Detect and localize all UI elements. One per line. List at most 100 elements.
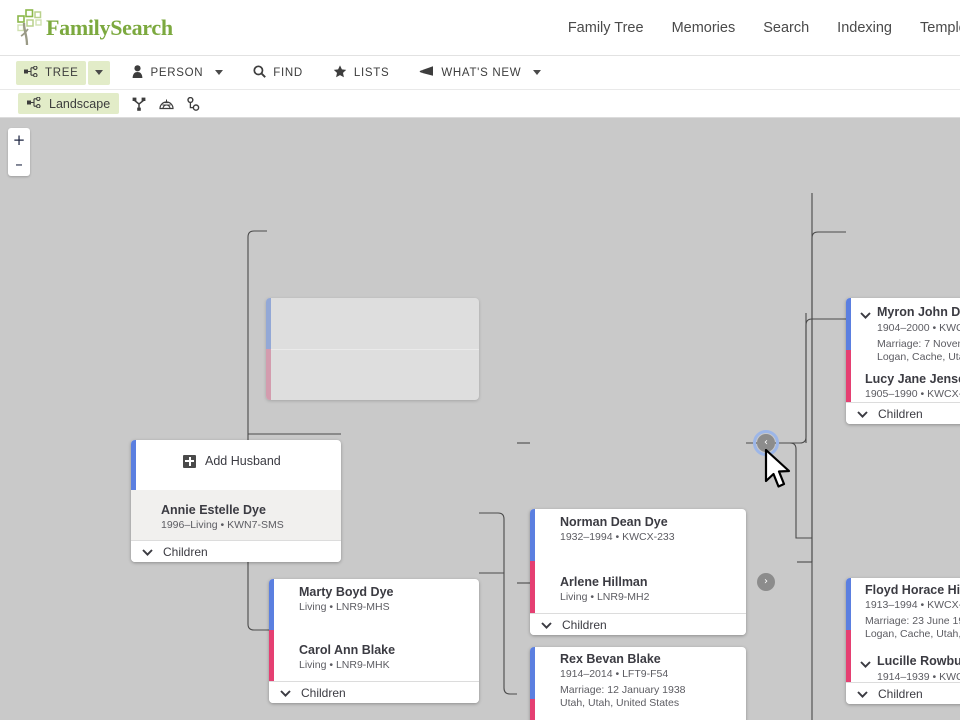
person-icon: [132, 64, 143, 81]
card-body: Add Husband Annie Estelle Dye 1996–Livin…: [131, 440, 341, 540]
person-slot-husband[interactable]: Norman Dean Dye 1932–1994 • KWCX-233: [530, 509, 746, 561]
person-name: Myron John Dye: [877, 305, 960, 319]
placeholder-couple-card[interactable]: [266, 298, 479, 400]
tree-label: TREE: [45, 66, 79, 79]
plus-icon: [183, 454, 196, 468]
chevron-down-icon[interactable]: [860, 306, 871, 324]
person-slot-husband[interactable]: Myron John Dye 1904–2000 • KWCX- Marriag…: [846, 298, 960, 363]
couple-card-annie-estelle-dye[interactable]: Add Husband Annie Estelle Dye 1996–Livin…: [131, 440, 341, 562]
person-label: PERSON: [150, 66, 204, 79]
person-slot-wife[interactable]: Carol Ann Blake Living • LNR9-MHK: [269, 630, 479, 681]
person-slot-wife[interactable]: Zella Harding 1914–1982 • KWC3-CP2: [530, 699, 746, 720]
couple-card-norman-dean-dye[interactable]: Norman Dean Dye 1932–1994 • KWCX-233 Arl…: [530, 509, 746, 635]
person-slot-wife[interactable]: Lucille Rowburn 1914–1939 • KWCX-: [846, 630, 960, 684]
card-divider: [271, 349, 479, 350]
person-name: Annie Estelle Dye: [161, 503, 266, 517]
person-text: Lucille Rowburn 1914–1939 • KWCX-: [875, 652, 960, 684]
megaphone-icon: [419, 65, 434, 80]
card-body: Floyd Horace Hillman 1913–1994 • KWCX- M…: [846, 578, 960, 684]
tree-icon: [24, 65, 38, 80]
chevron-down-icon: [95, 70, 104, 75]
zoom-controls: + –: [8, 128, 30, 176]
familysearch-logo[interactable]: FamilySearch: [14, 8, 173, 47]
tree-connector-lines: [247, 193, 846, 720]
person-slot-wife[interactable]: Annie Estelle Dye 1996–Living • KWN7-SMS: [131, 490, 341, 540]
nav-indexing[interactable]: Indexing: [837, 20, 892, 36]
nav-search[interactable]: Search: [763, 20, 809, 36]
nav-temples[interactable]: Temples: [920, 20, 960, 36]
children-toggle[interactable]: Children: [846, 682, 960, 704]
view-landscape-label: Landscape: [49, 96, 111, 111]
person-meta: Living • LNR9-MHK: [299, 659, 390, 671]
chevron-down-icon: [857, 405, 868, 423]
chevron-down-icon: [541, 616, 552, 634]
children-toggle[interactable]: Children: [269, 681, 479, 703]
person-meta: Living • LNR9-MH2: [560, 591, 650, 603]
person-meta: 1904–2000 • KWCX-: [877, 322, 960, 334]
lists-button[interactable]: LISTS: [325, 61, 397, 85]
landscape-view-icon: [27, 96, 41, 111]
zoom-out-button[interactable]: –: [8, 152, 30, 176]
person-slot-husband[interactable]: Rex Bevan Blake 1914–2014 • LFT9-F54 Mar…: [530, 647, 746, 709]
tree-button-group: TREE: [16, 60, 111, 85]
person-name: Arlene Hillman: [560, 575, 648, 589]
person-slot-wife[interactable]: Lucy Jane Jensen 1905–1990 • KWCX-: [846, 350, 960, 402]
children-toggle[interactable]: Children: [846, 402, 960, 424]
global-header: FamilySearch Family Tree Memories Search…: [0, 0, 960, 56]
add-husband-label: Add Husband: [205, 454, 281, 468]
expand-ancestors-button[interactable]: ›: [757, 573, 775, 591]
nav-family-tree[interactable]: Family Tree: [568, 20, 644, 36]
chevron-down-icon: [533, 70, 542, 75]
chevron-down-icon: [280, 684, 291, 702]
star-icon: [333, 64, 347, 81]
card-body: Norman Dean Dye 1932–1994 • KWCX-233 Arl…: [530, 509, 746, 613]
marriage-line-1: Marriage: 12 January 1938: [560, 684, 686, 696]
couple-card-marty-boyd-dye[interactable]: Marty Boyd Dye Living • LNR9-MHS Carol A…: [269, 579, 479, 703]
couple-card-myron-john-dye[interactable]: Myron John Dye 1904–2000 • KWCX- Marriag…: [846, 298, 960, 424]
children-label: Children: [878, 686, 923, 701]
children-label: Children: [878, 406, 923, 421]
fan-chart-icon[interactable]: [159, 97, 174, 110]
tree-button[interactable]: TREE: [16, 60, 87, 85]
card-body: Rex Bevan Blake 1914–2014 • LFT9-F54 Mar…: [530, 647, 746, 720]
person-meta: 1905–1990 • KWCX-: [865, 388, 960, 400]
collapse-ancestors-button[interactable]: ‹: [753, 430, 779, 456]
marriage-line-1: Marriage: 23 June 19: [865, 615, 960, 627]
find-label: FIND: [273, 66, 303, 79]
brand-text: FamilySearch: [46, 14, 173, 40]
card-body: Myron John Dye 1904–2000 • KWCX- Marriag…: [846, 298, 960, 402]
descendancy-icon[interactable]: [187, 96, 200, 111]
person-meta: 1913–1994 • KWCX-: [865, 599, 960, 611]
family-tree-logo-icon: [14, 8, 48, 47]
person-meta: 1914–1939 • KWCX-: [877, 671, 960, 683]
person-slot-husband[interactable]: Marty Boyd Dye Living • LNR9-MHS: [269, 579, 479, 630]
person-slot-wife[interactable]: Arlene Hillman Living • LNR9-MH2: [530, 561, 746, 613]
person-name: Rex Bevan Blake: [560, 652, 661, 666]
zoom-in-button[interactable]: +: [8, 128, 30, 152]
nav-memories[interactable]: Memories: [672, 20, 736, 36]
children-label: Children: [163, 544, 208, 559]
children-toggle[interactable]: Children: [530, 613, 746, 635]
tree-canvas[interactable]: + – Add Husband Annie Estelle Dye 1996–L…: [0, 118, 960, 720]
whats-new-menu[interactable]: WHAT'S NEW: [411, 61, 549, 85]
find-button[interactable]: FIND: [245, 61, 311, 85]
children-label: Children: [562, 617, 607, 632]
couple-card-rex-bevan-blake[interactable]: Rex Bevan Blake 1914–2014 • LFT9-F54 Mar…: [530, 647, 746, 720]
view-landscape-button[interactable]: Landscape: [18, 93, 120, 114]
chevron-down-icon[interactable]: [860, 655, 871, 673]
person-slot-husband[interactable]: Floyd Horace Hillman 1913–1994 • KWCX- M…: [846, 578, 960, 640]
couple-card-floyd-horace-hillman[interactable]: Floyd Horace Hillman 1913–1994 • KWCX- M…: [846, 578, 960, 704]
children-label: Children: [301, 685, 346, 700]
person-name: Marty Boyd Dye: [299, 585, 394, 599]
chevron-left-icon: ‹: [764, 437, 768, 448]
whats-new-label: WHAT'S NEW: [441, 66, 522, 79]
tree-dropdown-button[interactable]: [88, 60, 111, 85]
add-husband-slot[interactable]: Add Husband: [131, 440, 341, 490]
children-toggle[interactable]: Children: [131, 540, 341, 562]
person-name: Floyd Horace Hillman: [865, 583, 960, 597]
person-menu[interactable]: PERSON: [124, 61, 231, 85]
card-body: Marty Boyd Dye Living • LNR9-MHS Carol A…: [269, 579, 479, 681]
person-name: Lucy Jane Jensen: [865, 372, 960, 386]
person-name: Norman Dean Dye: [560, 515, 668, 529]
pedigree-tree-icon[interactable]: [132, 97, 146, 111]
